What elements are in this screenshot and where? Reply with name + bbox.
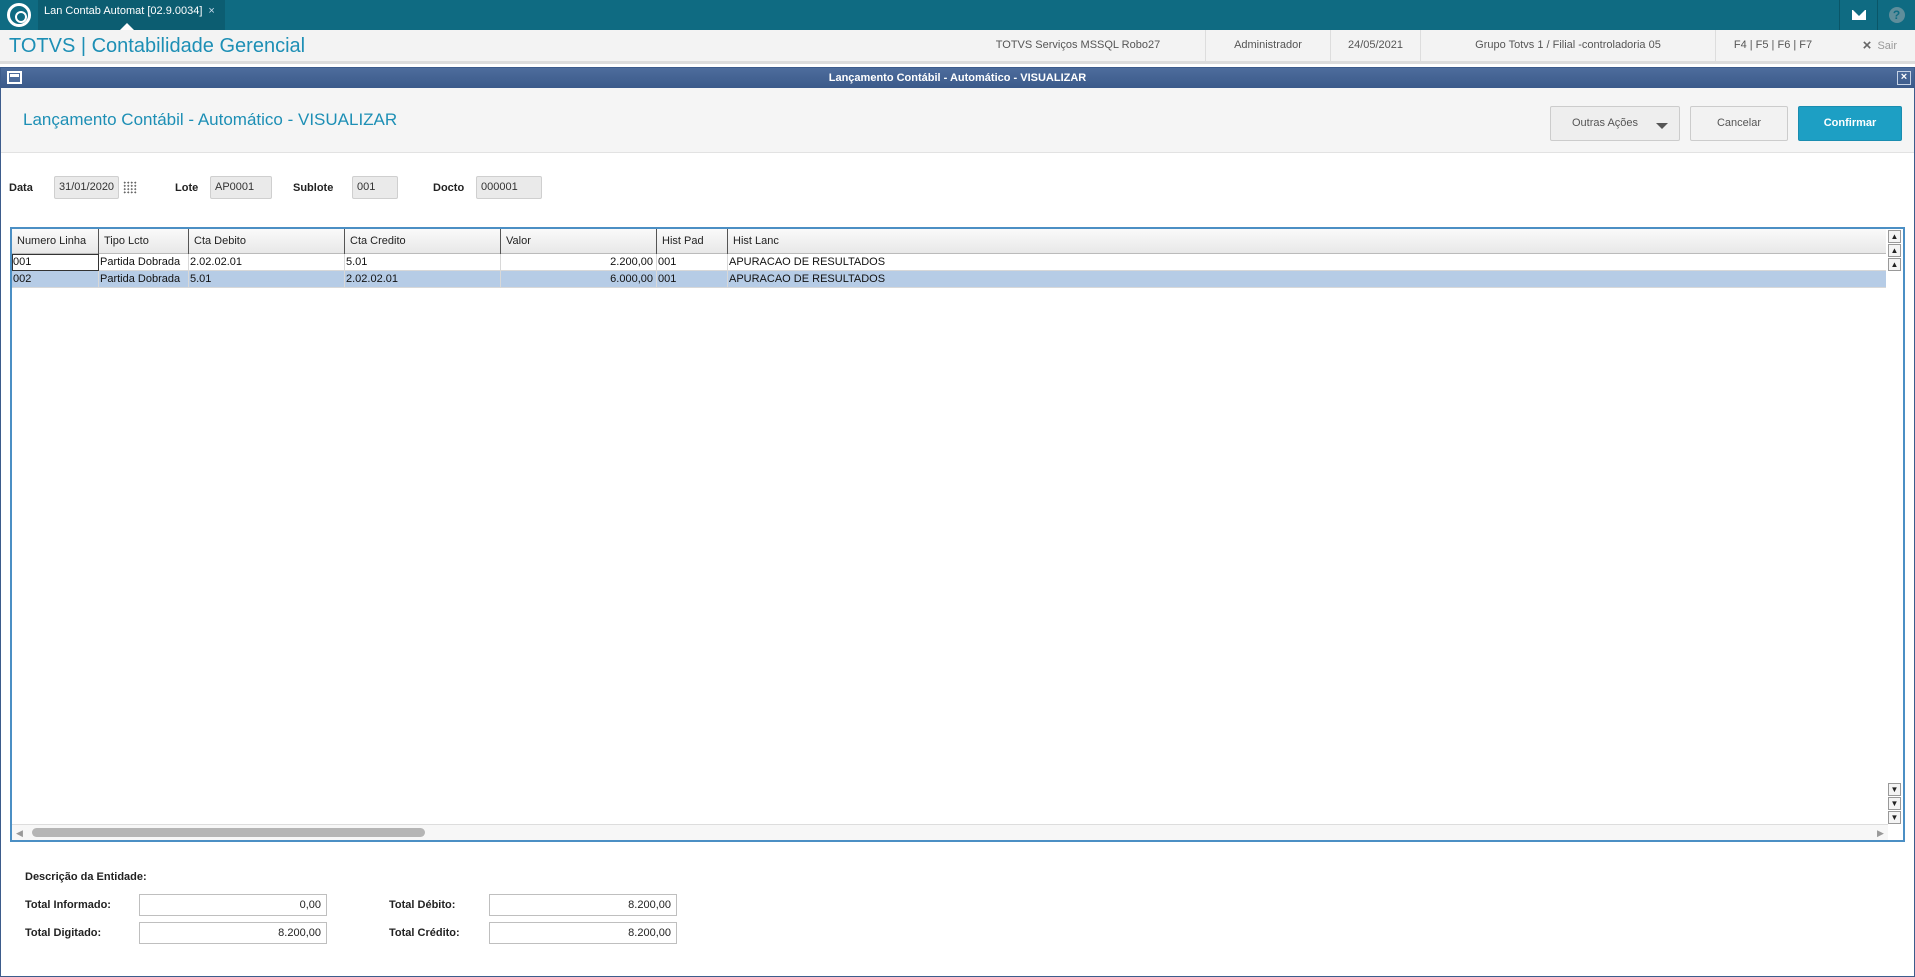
scroll-right-icon[interactable]: ▶ — [1877, 828, 1884, 839]
data-label: Data — [9, 182, 33, 194]
docto-field[interactable]: 000001 — [476, 176, 542, 199]
column-header[interactable]: Numero Linha — [12, 229, 99, 254]
confirm-button[interactable]: Confirmar — [1798, 106, 1902, 141]
vertical-scrollbar[interactable]: ▲ ▲ ▲ ▼ ▼ ▼ — [1886, 229, 1903, 840]
active-tab-caret-icon — [120, 23, 134, 30]
top-bar: Lan Contab Automat [02.9.0034] × ? — [0, 0, 1915, 30]
column-header[interactable]: Hist Pad — [657, 229, 728, 254]
sublote-field[interactable]: 001 — [352, 176, 398, 199]
window-icon[interactable] — [7, 71, 22, 84]
table-cell[interactable]: 6.000,00 — [501, 271, 657, 288]
table-cell[interactable]: APURACAO DE RESULTADOS — [728, 254, 1888, 271]
date-info: 24/05/2021 — [1330, 30, 1420, 61]
other-actions-label: Outras Ações — [1572, 117, 1639, 129]
scroll-down-icon[interactable]: ▼ — [1888, 783, 1901, 796]
scroll-left-icon[interactable]: ◀ — [16, 828, 23, 839]
mail-icon — [1851, 10, 1866, 20]
entity-description-label: Descrição da Entidade: — [25, 871, 147, 883]
scroll-page-up-icon[interactable]: ▲ — [1888, 244, 1901, 257]
branch-info[interactable]: Grupo Totvs 1 / Filial -controladoria 05 — [1420, 30, 1715, 61]
table-cell[interactable]: 2.02.02.01 — [345, 271, 501, 288]
shortcuts-info: F4 | F5 | F6 | F7 — [1715, 30, 1830, 61]
table-cell[interactable]: 5.01 — [345, 254, 501, 271]
table-cell[interactable]: 001 — [12, 254, 99, 271]
page-title: Lançamento Contábil - Automático - VISUA… — [23, 110, 398, 129]
table-cell[interactable]: 001 — [657, 254, 728, 271]
environment-info: TOTVS Serviços MSSQL Robo27 — [995, 39, 1161, 51]
tab-close-icon[interactable]: × — [208, 5, 214, 17]
exit-label: Sair — [1877, 40, 1897, 52]
scroll-top-icon[interactable]: ▲ — [1888, 230, 1901, 243]
table-row[interactable]: 001 Partida Dobrada 2.02.02.01 5.01 2.20… — [12, 254, 1888, 271]
table-cell[interactable]: 2.200,00 — [501, 254, 657, 271]
dialog-titlebar: Lançamento Contábil - Automático - VISUA… — [1, 68, 1914, 88]
dialog-close-icon[interactable]: × — [1897, 71, 1911, 85]
table-row-selected[interactable]: 002 Partida Dobrada 5.01 2.02.02.01 6.00… — [12, 271, 1888, 288]
total-debito-field[interactable]: 8.200,00 — [489, 894, 677, 916]
close-icon: × — [1862, 37, 1872, 54]
table-cell[interactable]: Partida Dobrada — [99, 271, 189, 288]
column-header[interactable]: Tipo Lcto — [99, 229, 189, 254]
app-title: TOTVS | Contabilidade Gerencial — [9, 35, 306, 57]
mail-button[interactable] — [1839, 0, 1877, 30]
table-cell[interactable]: 2.02.02.01 — [189, 254, 345, 271]
sublote-label: Sublote — [293, 182, 334, 194]
table-cell[interactable]: Partida Dobrada — [99, 254, 189, 271]
column-header[interactable]: Valor — [501, 229, 657, 254]
horizontal-scrollbar[interactable]: ◀ ▶ — [12, 824, 1888, 840]
tab-label: Lan Contab Automat [02.9.0034] — [44, 5, 203, 17]
lote-label: Lote — [175, 182, 199, 194]
help-icon: ? — [1888, 7, 1905, 23]
entries-grid[interactable]: Numero Linha Tipo Lcto Cta Debito Cta Cr… — [10, 227, 1905, 842]
total-credito-label: Total Crédito: — [389, 927, 460, 939]
column-header[interactable]: Cta Debito — [189, 229, 345, 254]
dialog-window-title: Lançamento Contábil - Automático - VISUA… — [828, 72, 1087, 84]
table-cell[interactable]: 001 — [657, 271, 728, 288]
total-informado-field[interactable]: 0,00 — [139, 894, 327, 916]
docto-label: Docto — [433, 182, 465, 194]
grid-header: Numero Linha Tipo Lcto Cta Debito Cta Cr… — [12, 229, 1888, 254]
total-digitado-label: Total Digitado: — [25, 927, 102, 939]
data-field[interactable]: 31/01/2020 — [54, 176, 119, 199]
dialog-header: Lançamento Contábil - Automático - VISUA… — [1, 88, 1914, 153]
scroll-page-down-icon[interactable]: ▼ — [1888, 797, 1901, 810]
total-digitado-field[interactable]: 8.200,00 — [139, 922, 327, 944]
table-cell[interactable]: APURACAO DE RESULTADOS — [728, 271, 1888, 288]
total-informado-label: Total Informado: — [25, 899, 111, 911]
table-cell[interactable]: 5.01 — [189, 271, 345, 288]
scroll-up-icon[interactable]: ▲ — [1888, 258, 1901, 271]
top-icons: ? — [1839, 0, 1915, 30]
scroll-bottom-icon[interactable]: ▼ — [1888, 811, 1901, 824]
calendar-icon[interactable] — [123, 181, 137, 194]
totvs-logo-icon[interactable] — [7, 3, 31, 27]
column-header[interactable]: Cta Credito — [345, 229, 501, 254]
total-credito-field[interactable]: 8.200,00 — [489, 922, 677, 944]
lote-field[interactable]: AP0001 — [210, 176, 272, 199]
exit-button[interactable]: × Sair — [1863, 30, 1897, 62]
help-button[interactable]: ? — [1877, 0, 1915, 30]
app-header: TOTVS | Contabilidade Gerencial TOTVS Se… — [0, 30, 1915, 64]
cancel-button[interactable]: Cancelar — [1690, 106, 1788, 141]
chevron-down-icon — [1656, 123, 1668, 129]
other-actions-button[interactable]: Outras Ações — [1550, 106, 1680, 141]
user-info: Administrador — [1205, 30, 1330, 61]
column-header[interactable]: Hist Lanc — [728, 229, 1888, 254]
total-debito-label: Total Débito: — [389, 899, 456, 911]
horizontal-scroll-thumb[interactable] — [32, 828, 425, 837]
table-cell[interactable]: 002 — [12, 271, 99, 288]
tab-lan-contab-automat[interactable]: Lan Contab Automat [02.9.0034] × — [38, 0, 225, 30]
